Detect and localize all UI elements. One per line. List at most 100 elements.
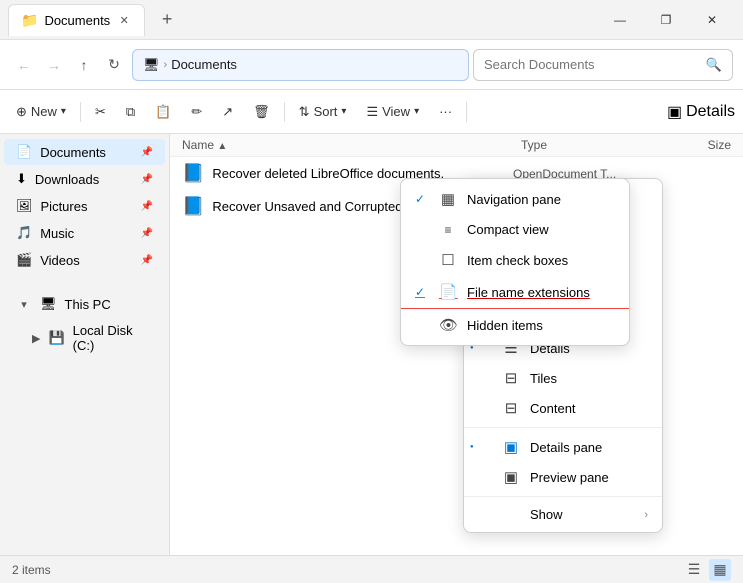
col-name-header[interactable]: Name ▲ (182, 138, 521, 152)
tab-folder-icon: 📁 (21, 12, 38, 29)
rename-button[interactable]: ✏ (183, 96, 210, 128)
new-tab-button[interactable]: + (153, 6, 181, 34)
more-icon: ··· (439, 104, 452, 119)
new-button[interactable]: ⊕ New ▾ (8, 96, 74, 128)
toolbar-right: ▣ Details (667, 102, 735, 122)
title-bar: 📁 Documents ✕ + — ❐ ✕ (0, 0, 743, 40)
videos-icon: 🎬 (16, 252, 32, 268)
view-preview-pane[interactable]: ▣ Preview pane (464, 462, 662, 492)
check-icon: ✓ (415, 192, 429, 206)
status-count: 2 items (12, 563, 51, 577)
status-view-toggles: ☰ ▦ (683, 559, 731, 581)
file-icon-2: 📘 (182, 196, 204, 217)
pin-icon-documents: 📌 (141, 147, 153, 158)
maximize-button[interactable]: ❐ (643, 4, 689, 36)
close-button[interactable]: ✕ (689, 4, 735, 36)
sidebar-videos-label: Videos (40, 253, 80, 268)
show-arrow-icon: › (644, 509, 648, 521)
sort-label: Sort (314, 104, 338, 119)
tab-close-button[interactable]: ✕ (116, 12, 132, 28)
sidebar-item-local-disk[interactable]: ▶ 💾 Local Disk (C:) (4, 318, 165, 358)
sidebar-item-this-pc[interactable]: ▾ 🖥 This PC (4, 291, 165, 317)
details-pane-icon: ▣ (667, 102, 682, 122)
sidebar-pictures-label: Pictures (41, 199, 88, 214)
local-disk-icon: 💾 (48, 330, 64, 346)
sidebar-item-documents[interactable]: 📄 Documents 📌 (4, 139, 165, 165)
delete-icon: 🗑 (253, 104, 270, 120)
downloads-icon: ⬇ (16, 171, 27, 187)
column-headers: Name ▲ Type Size (170, 134, 743, 157)
tiles-icon: ⊟ (502, 369, 520, 387)
paste-icon: 📋 (155, 104, 171, 120)
view-show[interactable]: Show › (464, 501, 662, 528)
window-controls: — ❐ ✕ (597, 4, 735, 36)
search-input[interactable] (484, 57, 700, 72)
cut-icon: ✂ (95, 104, 106, 120)
delete-button[interactable]: 🗑 (245, 96, 278, 128)
search-box[interactable]: 🔍 (473, 49, 733, 81)
tab-title: Documents (44, 13, 110, 28)
item-checkboxes-label: Item check boxes (467, 253, 568, 268)
window-tab[interactable]: 📁 Documents ✕ (8, 4, 145, 36)
check-icon: ✓ (415, 285, 429, 299)
sidebar-this-pc-label: This PC (65, 297, 111, 312)
view-content[interactable]: ⊟ Content (464, 393, 662, 423)
sort-icon: ⇅ (299, 104, 310, 120)
sort-button[interactable]: ⇅ Sort ▾ (291, 96, 355, 128)
submenu-navigation-pane[interactable]: ✓ ▦ Navigation pane (401, 183, 629, 215)
address-path[interactable]: 🖥 › Documents (132, 49, 469, 81)
show-label: Show (530, 507, 563, 522)
view-details-pane[interactable]: ▣ Details pane (464, 432, 662, 462)
minimize-button[interactable]: — (597, 4, 643, 36)
file-name-ext-label: File name extensions (467, 285, 590, 300)
sidebar-item-videos[interactable]: 🎬 Videos 📌 (4, 247, 165, 273)
up-button[interactable]: ↑ (70, 51, 98, 79)
back-button[interactable]: ← (10, 51, 38, 79)
item-checkboxes-icon: ☐ (439, 251, 457, 269)
view-button[interactable]: ☰ View ▾ (358, 96, 427, 128)
copy-icon: ⧉ (126, 104, 135, 120)
list-view-toggle[interactable]: ☰ (683, 559, 705, 581)
share-icon: ↗ (222, 104, 233, 120)
cut-button[interactable]: ✂ (87, 96, 114, 128)
col-type-header[interactable]: Type (521, 138, 661, 152)
details-pane-menu-icon: ▣ (502, 438, 520, 456)
detail-view-toggle[interactable]: ▦ (709, 559, 731, 581)
sidebar-item-music[interactable]: 🎵 Music 📌 (4, 220, 165, 246)
submenu-item-checkboxes[interactable]: ☐ Item check boxes (401, 244, 629, 276)
submenu-compact-view[interactable]: ≡ Compact view (401, 215, 629, 244)
view-tiles[interactable]: ⊟ Tiles (464, 363, 662, 393)
expand-icon-this-pc: ▾ (16, 298, 32, 311)
music-icon: 🎵 (16, 225, 32, 241)
refresh-button[interactable]: ↻ (100, 51, 128, 79)
file-icon-1: 📘 (182, 163, 204, 184)
sidebar-local-disk-label: Local Disk (C:) (73, 323, 153, 353)
col-size-header[interactable]: Size (661, 138, 731, 152)
main-area: 📄 Documents 📌 ⬇ Downloads 📌 🖼 Pictures 📌… (0, 134, 743, 555)
sort-arrow-icon: ▲ (217, 141, 227, 152)
details-pane-label: Details pane (530, 440, 602, 455)
sidebar-item-downloads[interactable]: ⬇ Downloads 📌 (4, 166, 165, 192)
forward-button[interactable]: → (40, 51, 68, 79)
copy-button[interactable]: ⧉ (118, 96, 143, 128)
sidebar: 📄 Documents 📌 ⬇ Downloads 📌 🖼 Pictures 📌… (0, 134, 170, 555)
sidebar-item-pictures[interactable]: 🖼 Pictures 📌 (4, 193, 165, 219)
preview-pane-icon: ▣ (502, 468, 520, 486)
documents-icon: 📄 (16, 144, 32, 160)
view-label: View (382, 104, 410, 119)
this-pc-icon: 🖥 (40, 296, 57, 312)
status-bar: 2 items ☰ ▦ (0, 555, 743, 583)
hidden-items-label: Hidden items (467, 318, 543, 333)
preview-pane-label: Preview pane (530, 470, 609, 485)
pin-icon-videos: 📌 (141, 255, 153, 266)
toolbar-separator-2 (284, 102, 285, 122)
share-button[interactable]: ↗ (214, 96, 241, 128)
sort-chevron-icon: ▾ (341, 106, 346, 117)
more-button[interactable]: ··· (431, 96, 460, 128)
submenu-file-name-extensions[interactable]: ✓ 📄 File name extensions (401, 276, 629, 309)
paste-button[interactable]: 📋 (147, 96, 179, 128)
pin-icon-pictures: 📌 (141, 201, 153, 212)
file-name-ext-icon: 📄 (439, 283, 457, 301)
submenu-hidden-items[interactable]: 👁 Hidden items (401, 309, 629, 341)
navigation-pane-label: Navigation pane (467, 192, 561, 207)
